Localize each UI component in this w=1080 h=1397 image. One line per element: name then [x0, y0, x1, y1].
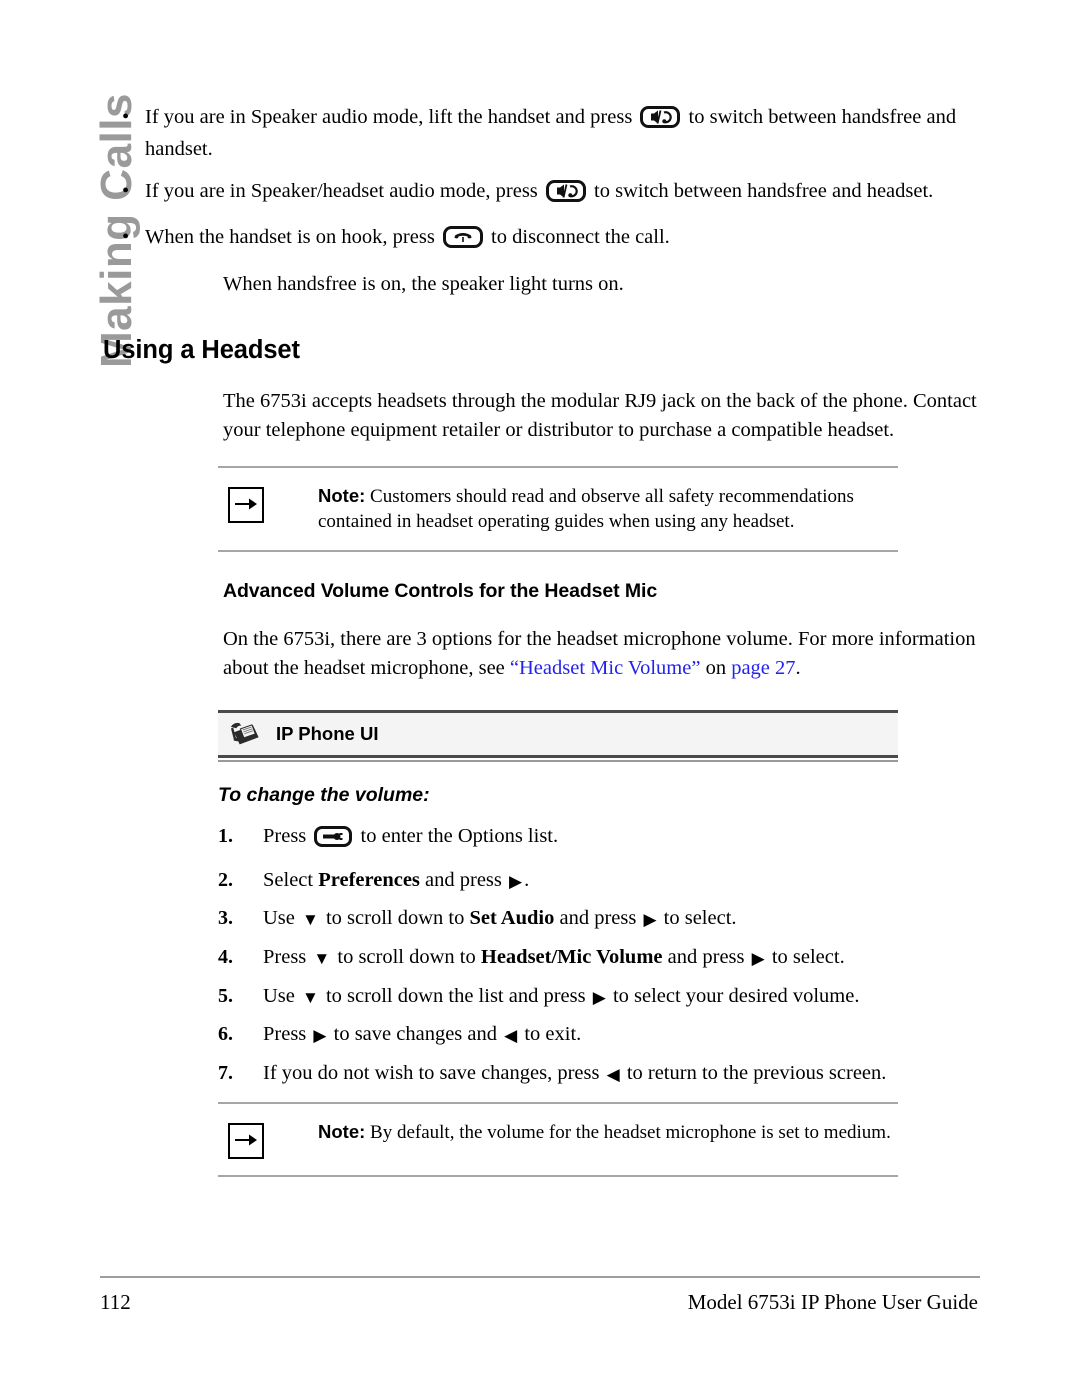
step-number: 7. [218, 1061, 233, 1084]
page-number: 112 [100, 1290, 131, 1314]
step-text-2: to enter the Options list. [355, 824, 559, 847]
step-text-1: Press [263, 824, 312, 847]
step-number: 6. [218, 1023, 233, 1046]
step-number: 2. [218, 868, 233, 891]
page-content: • If you are in Speaker audio mode, lift… [100, 104, 980, 1178]
step-bold-set-audio: Set Audio [469, 907, 555, 930]
divider [218, 1175, 898, 1178]
bullet-text-before: If you are in Speaker audio mode, lift t… [145, 106, 633, 128]
list-item: 7. If you do not wish to save changes, p… [218, 1060, 980, 1087]
note-text: Note: Customers should read and observe … [318, 484, 898, 535]
down-arrow-key-icon [302, 989, 319, 1006]
headset-mic-volume-link[interactable]: “Headset Mic Volume” [510, 657, 701, 679]
note-body: By default, the volume for the headset m… [370, 1122, 891, 1144]
list-item: 4. Press to scroll down to Headset/Mic V… [218, 944, 980, 971]
right-arrow-note-icon [228, 1123, 264, 1160]
list-item: 1. Press to enter the Options list. [218, 823, 980, 855]
subsection-paragraph: On the 6753i, there are 3 options for th… [223, 625, 998, 682]
handsfree-note-paragraph: When handsfree is on, the speaker light … [223, 273, 624, 295]
speaker-headset-key-icon [640, 106, 681, 136]
note-box-bottom: Note: By default, the volume for the hea… [218, 1102, 898, 1178]
right-arrow-key-icon [313, 1027, 326, 1044]
subsection-title: Advanced Volume Controls for the Headset… [223, 580, 658, 603]
document-page: Making Calls • If you are in Speaker aud… [0, 0, 1080, 1397]
list-item: 6. Press to save changes and to exit. [218, 1021, 980, 1048]
ip-phone-ui-banner: IP Phone UI [218, 709, 898, 762]
section-paragraph: The 6753i accepts headsets through the m… [223, 390, 977, 441]
note-label: Note: [318, 484, 366, 506]
list-item: • If you are in Speaker/headset audio mo… [100, 178, 960, 210]
step-text-1: Press [263, 945, 312, 968]
step-text-1: Use [263, 984, 301, 1007]
bullet-text-after: to disconnect the call. [491, 225, 670, 248]
step-text-2: to scroll down the list and press [320, 984, 591, 1007]
divider [218, 754, 898, 758]
step-text-4: to select. [766, 945, 845, 968]
list-item: • When the handset is on hook, press to … [100, 224, 960, 256]
ip-phone-ui-label: IP Phone UI [276, 722, 379, 744]
list-item: 2. Select Preferences and press . [218, 867, 980, 894]
bullet-dot-icon: • [122, 179, 130, 202]
bullet-dot-icon: • [122, 225, 130, 248]
list-item: 3. Use to scroll down to Set Audio and p… [218, 905, 980, 932]
procedure-title: To change the volume: [218, 783, 430, 806]
note-text: Note: By default, the volume for the hea… [318, 1120, 898, 1145]
left-arrow-key-icon [607, 1066, 620, 1083]
page-27-link[interactable]: page 27 [731, 657, 795, 679]
step-bold-preferences: Preferences [318, 868, 420, 891]
speaker-headset-key-icon [545, 179, 586, 210]
right-arrow-key-icon [752, 950, 765, 967]
step-text-2: to scroll down to [332, 945, 481, 968]
step-text-3: . [524, 868, 530, 891]
step-bold-headset-mic-volume: Headset/Mic Volume [480, 945, 663, 968]
step-text-3: and press [662, 945, 750, 968]
bullet-dot-icon: • [122, 106, 130, 128]
step-text-3: and press [554, 907, 642, 930]
right-arrow-key-icon [643, 911, 656, 928]
audio-mode-bullet-list: • If you are in Speaker audio mode, lift… [100, 104, 980, 256]
step-number: 3. [218, 907, 233, 930]
desk-phone-icon [228, 716, 262, 751]
list-item: • If you are in Speaker audio mode, lift… [100, 104, 960, 164]
step-text-1: Press [263, 1023, 312, 1046]
right-arrow-key-icon [593, 989, 606, 1006]
right-arrow-key-icon [509, 873, 522, 890]
note-box-top: Note: Customers should read and observe … [218, 465, 898, 553]
right-arrow-note-icon [228, 486, 264, 523]
step-text-4: to select. [658, 907, 737, 930]
bullet-text-after: to switch between handsfree and headset. [594, 179, 934, 202]
divider [100, 1276, 980, 1278]
step-text-3: to select your desired volume. [607, 984, 860, 1007]
step-text-2: to scroll down to [320, 907, 470, 930]
goodbye-key-icon [442, 225, 483, 256]
step-text-2: and press [419, 868, 508, 891]
list-item: 5. Use to scroll down the list and press… [218, 983, 980, 1010]
step-text-1: Select [263, 868, 319, 891]
options-key-icon [314, 825, 353, 855]
guide-title: Model 6753i IP Phone User Guide [687, 1290, 978, 1314]
left-arrow-key-icon [504, 1027, 517, 1044]
subsection-paragraph-part2: on [700, 656, 732, 679]
step-number: 4. [218, 945, 233, 968]
page-footer: 112 Model 6753i IP Phone User Guide [100, 1276, 980, 1315]
down-arrow-key-icon [313, 950, 330, 967]
step-text-3: to exit. [519, 1023, 582, 1046]
procedure-step-list: 1. Press to enter the Options list. 2. S… [100, 823, 980, 1086]
step-number: 5. [218, 984, 233, 1007]
subsection-paragraph-end: . [795, 656, 801, 679]
bullet-text-before: If you are in Speaker/headset audio mode… [145, 179, 538, 202]
page-title: Using a Headset [103, 336, 300, 365]
step-text-2: to return to the previous screen. [621, 1061, 887, 1084]
divider [218, 550, 898, 553]
bullet-text-before: When the handset is on hook, press [145, 225, 435, 248]
step-number: 1. [218, 824, 233, 847]
step-text-1: Use [263, 907, 301, 930]
down-arrow-key-icon [302, 911, 319, 928]
step-text-1: If you do not wish to save changes, pres… [263, 1061, 605, 1084]
note-label: Note: [318, 1121, 366, 1143]
divider [218, 759, 898, 762]
step-text-2: to save changes and [328, 1023, 503, 1046]
note-body: Customers should read and observe all sa… [318, 485, 854, 533]
